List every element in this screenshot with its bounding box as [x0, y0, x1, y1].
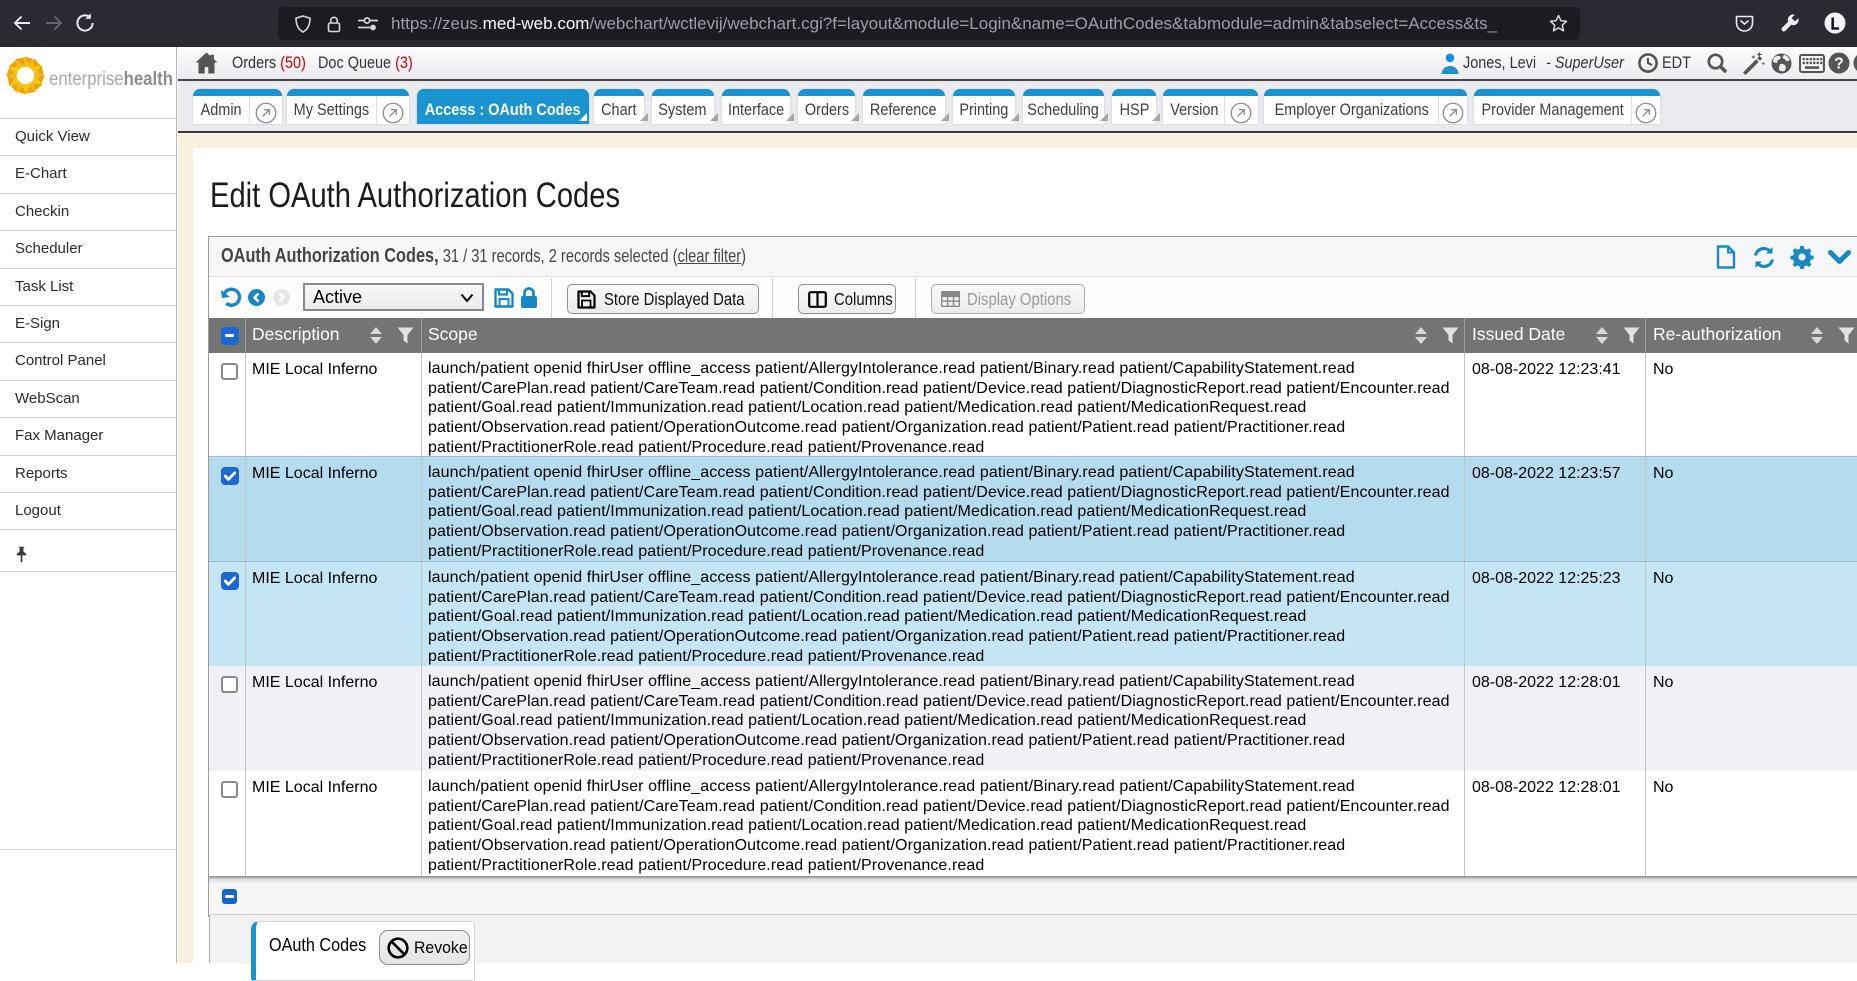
- svg-text:?: ?: [1834, 56, 1843, 73]
